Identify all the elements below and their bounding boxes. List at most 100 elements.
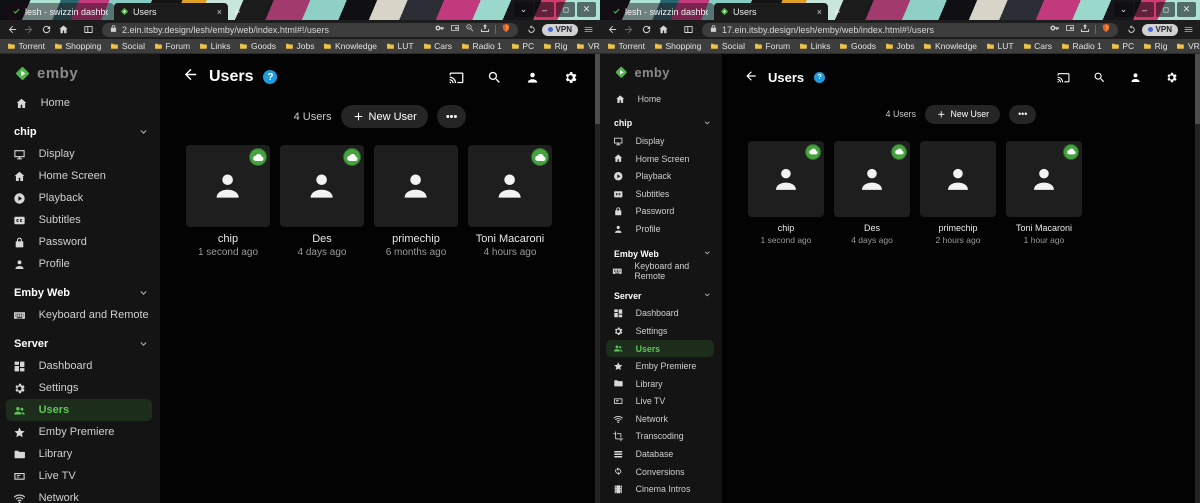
more-options-button[interactable]: ••• [437,105,467,128]
sidebar-item-conversions[interactable]: Conversions [606,463,714,481]
bookmark-folder-jobs[interactable]: Jobs [285,41,314,51]
urlbar-shield-button[interactable] [1101,23,1111,36]
sidebar-section-chip[interactable]: chip [0,121,160,143]
user-card-toni-macaroni[interactable]: Toni Macaroni4 hours ago [468,145,552,258]
new-tab-button[interactable]: + [828,3,846,20]
sidebar-item-profile[interactable]: Profile [6,253,152,275]
sidebar-toggle-button[interactable] [81,23,95,37]
bookmark-folder-cars[interactable]: Cars [423,41,452,51]
bookmark-folder-pc[interactable]: PC [1111,41,1134,51]
sidebar-item-home-screen[interactable]: Home Screen [606,150,714,168]
search-button[interactable] [487,70,502,85]
scrollbar[interactable] [1195,54,1200,503]
bookmark-folder-rig[interactable]: Rig [543,41,567,51]
page-back-button[interactable] [744,69,758,86]
back-button[interactable] [5,23,19,37]
menu-button[interactable] [1181,23,1195,37]
sidebar-item-dashboard[interactable]: Dashboard [606,305,714,323]
tab-users[interactable]: Users× [114,3,228,20]
sidebar-item-subtitles[interactable]: Subtitles [6,209,152,231]
sidebar-item-keyboard-and-remote[interactable]: Keyboard and Remote [606,262,714,280]
sidebar-item-home[interactable]: Home [8,92,152,114]
sidebar-item-users[interactable]: Users [6,399,152,421]
maximize-button[interactable] [1156,2,1175,17]
menu-button[interactable] [581,23,595,37]
sync-button[interactable] [1125,23,1139,37]
user-card-des[interactable]: Des4 days ago [834,141,910,245]
sidebar-item-live-tv[interactable]: Live TV [606,393,714,411]
bookmark-folder-forum[interactable]: Forum [754,41,790,51]
back-button[interactable] [605,23,619,37]
bookmark-folder-shopping[interactable]: Shopping [54,41,101,51]
sidebar-item-library[interactable]: Library [606,375,714,393]
urlbar-shield-button[interactable] [501,23,511,36]
sidebar-item-password[interactable]: Password [606,203,714,221]
page-back-button[interactable] [182,66,199,88]
address-bar[interactable]: 17.ein.itsby.design/lesh/emby/web/index.… [702,23,1118,37]
sidebar-item-password[interactable]: Password [6,231,152,253]
person-button[interactable] [525,70,540,85]
sidebar-item-transcoding[interactable]: Transcoding [606,428,714,446]
urlbar-key-button[interactable] [1050,23,1060,36]
home-button[interactable] [56,23,70,37]
close-tab-icon[interactable]: × [217,7,222,17]
urlbar-share-button[interactable] [1080,23,1090,36]
user-card-des[interactable]: Des4 days ago [280,145,364,258]
sidebar-item-cinema-intros[interactable]: Cinema Intros [606,480,714,498]
forward-button[interactable] [622,23,636,37]
bookmark-folder-forum[interactable]: Forum [154,41,190,51]
bookmark-folder-goods[interactable]: Goods [239,41,276,51]
maximize-button[interactable] [556,2,575,17]
sidebar-section-server[interactable]: Server [0,333,160,355]
gear-button[interactable] [1165,71,1178,84]
tab-lesh-swizzin-dashboard[interactable]: lesh - swizzin dashboard [606,3,714,20]
cast-button[interactable] [1057,71,1070,84]
sidebar-item-emby-premiere[interactable]: Emby Premiere [6,421,152,443]
bookmark-folder-social[interactable]: Social [710,41,745,51]
minimize-button[interactable]: – [535,2,554,17]
sidebar-item-dashboard[interactable]: Dashboard [6,355,152,377]
sidebar-item-emby-premiere[interactable]: Emby Premiere [606,357,714,375]
sidebar-item-subtitles[interactable]: Subtitles [606,185,714,203]
sidebar-item-live-tv[interactable]: Live TV [6,465,152,487]
bookmark-folder-shopping[interactable]: Shopping [654,41,701,51]
bookmark-folder-cars[interactable]: Cars [1023,41,1052,51]
urlbar-share-button[interactable] [480,23,490,36]
user-card-chip[interactable]: chip1 second ago [748,141,824,245]
sidebar-toggle-button[interactable] [681,23,695,37]
person-button[interactable] [1129,71,1142,84]
scrollbar-thumb[interactable] [1195,54,1200,124]
sidebar-item-network[interactable]: Network [606,410,714,428]
bookmark-folder-lut[interactable]: LUT [386,41,414,51]
gear-button[interactable] [563,70,578,85]
close-button[interactable]: ✕ [1177,2,1196,17]
address-bar[interactable]: 2.ein.itsby.design/lesh/emby/web/index.h… [102,23,518,37]
sidebar-item-users[interactable]: Users [606,340,714,358]
tab-users[interactable]: Users× [714,3,828,20]
search-button[interactable] [1093,71,1106,84]
sidebar-item-keyboard-and-remote[interactable]: Keyboard and Remote [6,304,152,326]
bookmark-folder-social[interactable]: Social [110,41,145,51]
new-user-button[interactable]: New User [925,105,1000,124]
bookmark-folder-goods[interactable]: Goods [839,41,876,51]
sidebar-item-database[interactable]: Database [606,445,714,463]
tab-lesh-swizzin-dashboard[interactable]: lesh - swizzin dashboard [6,3,114,20]
reload-button[interactable] [39,23,53,37]
help-button[interactable]: ? [263,70,277,84]
sidebar-section-server[interactable]: Server [600,287,722,305]
reload-button[interactable] [639,23,653,37]
bookmark-folder-knowledge[interactable]: Knowledge [323,41,377,51]
sidebar-item-network[interactable]: Network [6,487,152,503]
bookmark-folder-links[interactable]: Links [199,41,230,51]
home-button[interactable] [656,23,670,37]
forward-button[interactable] [22,23,36,37]
sidebar-item-playback[interactable]: Playback [606,167,714,185]
sidebar-item-display[interactable]: Display [606,132,714,150]
sidebar-item-open-subtitles[interactable]: Open Subtitles [606,498,714,503]
sidebar-section-emby-web[interactable]: Emby Web [0,282,160,304]
bookmark-folder-radio-1[interactable]: Radio 1 [461,41,502,51]
sync-button[interactable] [525,23,539,37]
cast-button[interactable] [449,70,464,85]
urlbar-pip-button[interactable] [1065,23,1075,36]
sidebar-section-chip[interactable]: chip [600,115,722,133]
